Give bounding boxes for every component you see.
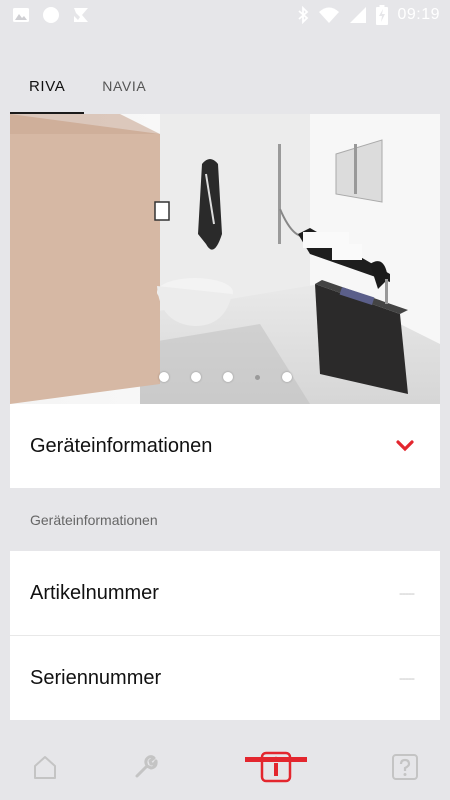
nav-help[interactable] xyxy=(370,720,440,800)
bluetooth-icon xyxy=(298,6,309,24)
chevron-down-icon[interactable] xyxy=(396,440,414,452)
serial-number-value: ----- xyxy=(399,671,415,685)
product-image-carousel[interactable] xyxy=(10,114,440,404)
status-right-icons: 09:19 xyxy=(297,5,440,25)
circle-icon xyxy=(43,7,59,23)
device-tabs: RIVA NAVIA xyxy=(10,58,164,114)
list-item[interactable]: Artikelnummer ----- xyxy=(10,551,440,635)
section-title: Geräteinformationen xyxy=(30,512,158,528)
device-info-list: Artikelnummer ----- Seriennummer ----- xyxy=(10,551,440,720)
article-number-label: Artikelnummer xyxy=(30,581,159,604)
carousel-indicators xyxy=(10,372,440,382)
article-number-value: ----- xyxy=(399,586,415,600)
home-icon xyxy=(34,756,56,779)
check-icon xyxy=(74,8,88,22)
wifi-icon xyxy=(319,7,340,23)
carousel-dot[interactable] xyxy=(190,372,201,382)
nav-home[interactable] xyxy=(10,720,80,800)
nav-service[interactable] xyxy=(110,720,180,800)
battery-icon xyxy=(376,5,389,25)
carousel-dot[interactable] xyxy=(281,372,292,382)
carousel-dot[interactable] xyxy=(158,372,169,382)
serial-number-label: Seriennummer xyxy=(30,666,162,689)
signal-icon xyxy=(350,7,367,23)
wrench-icon xyxy=(135,755,158,778)
bathroom-photo xyxy=(10,114,440,404)
tab-riva[interactable]: RIVA xyxy=(10,58,85,114)
device-info-dropdown[interactable]: Geräteinformationen xyxy=(10,404,440,488)
status-time: 09:19 xyxy=(397,6,440,23)
tab-navia[interactable]: NAVIA xyxy=(84,58,164,114)
device-info-dropdown-label: Geräteinformationen xyxy=(30,434,213,457)
bottom-navigation xyxy=(0,720,450,800)
status-bar: 09:19 xyxy=(0,0,450,30)
help-icon xyxy=(392,754,418,780)
nav-info[interactable] xyxy=(241,720,311,800)
info-icon xyxy=(260,751,292,783)
list-item[interactable]: Seriennummer ----- xyxy=(10,636,440,720)
carousel-dot-active[interactable] xyxy=(254,374,260,380)
image-icon xyxy=(13,8,29,22)
carousel-dot[interactable] xyxy=(222,372,233,382)
status-left-icons xyxy=(12,6,90,24)
